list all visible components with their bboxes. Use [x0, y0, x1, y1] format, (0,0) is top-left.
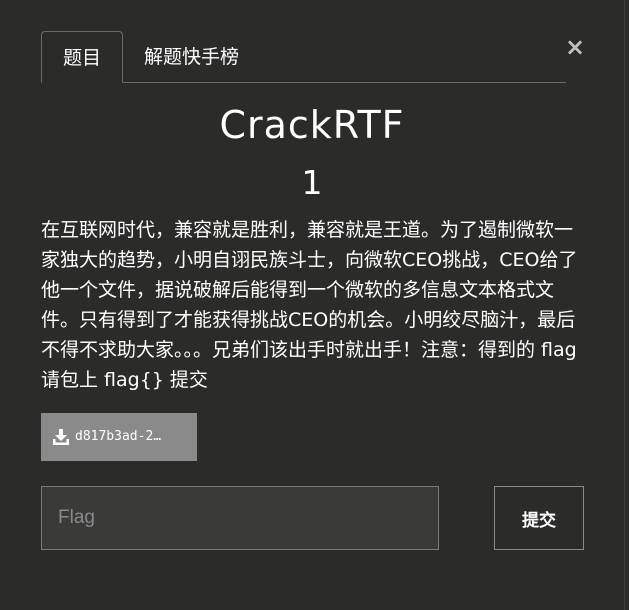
download-icon	[53, 429, 69, 445]
challenge-points: 1	[301, 163, 323, 202]
file-name: d817b3ad-2…	[75, 429, 162, 444]
close-icon[interactable]: ×	[562, 33, 588, 61]
tab-challenge[interactable]: 题目	[41, 31, 123, 83]
file-download-button[interactable]: d817b3ad-2…	[41, 413, 197, 461]
challenge-title: CrackRTF	[219, 103, 405, 147]
submit-button[interactable]: 提交	[494, 486, 584, 550]
page-edge	[624, 0, 629, 610]
challenge-description: 在互联网时代，兼容就是胜利，兼容就是王道。为了遏制微软一家独大的趋势，小明自诩民…	[41, 219, 578, 391]
challenge-modal: 题目 解题快手榜 × CrackRTF 1 在互联网时代，兼容就是胜利，兼容就是…	[0, 0, 624, 610]
flag-input[interactable]	[41, 486, 439, 550]
tab-solves[interactable]: 解题快手榜	[144, 31, 239, 83]
tab-bar: 题目 解题快手榜	[41, 31, 566, 83]
